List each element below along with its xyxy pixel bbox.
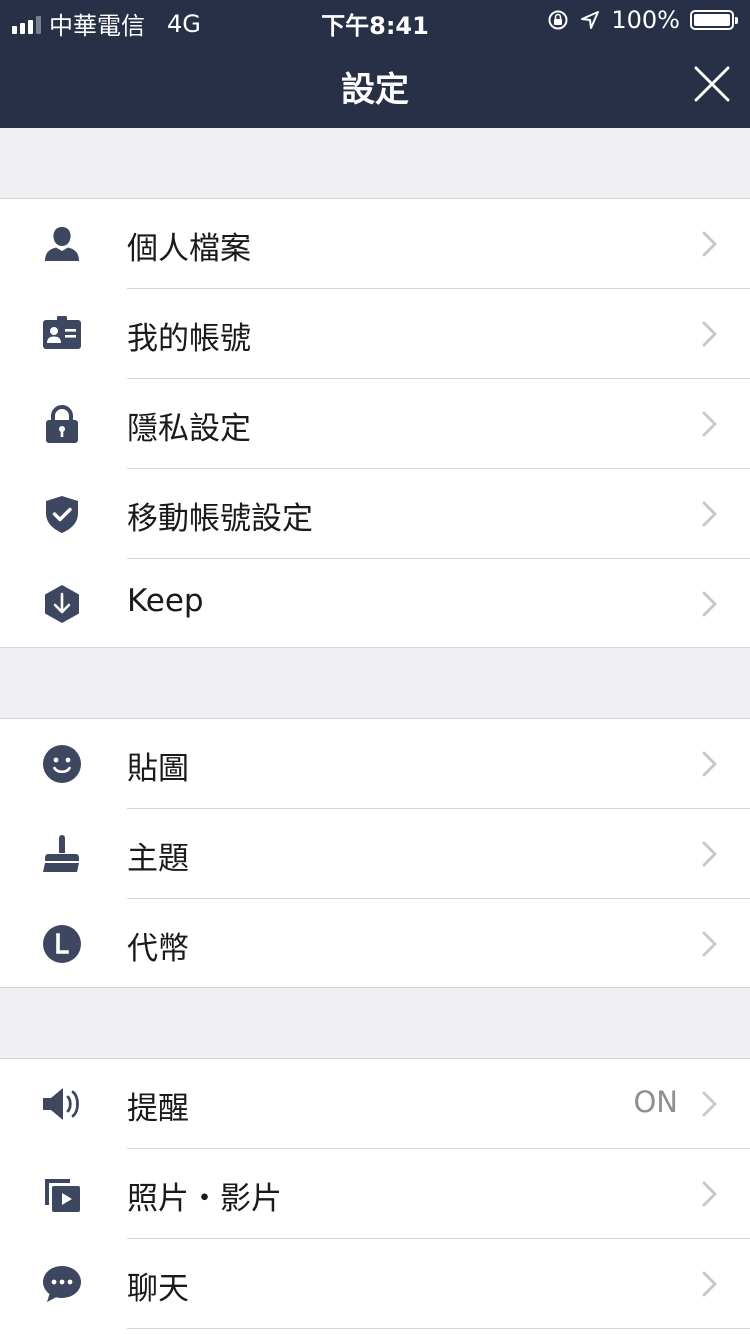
chevron-right-icon: [702, 1271, 717, 1297]
rotation-lock-icon: [548, 10, 568, 30]
settings-item-label: 隱私設定: [127, 411, 251, 447]
settings-group-general: 提醒 ON 照片・影片 聊天: [0, 1058, 750, 1334]
chevron-right-icon: [702, 501, 717, 527]
settings-item-account[interactable]: 我的帳號: [0, 289, 750, 379]
settings-item-account-transfer[interactable]: 移動帳號設定: [0, 469, 750, 559]
settings-item-label: 提醒: [127, 1091, 189, 1127]
location-arrow-icon: [581, 11, 600, 29]
page-title: 設定: [341, 70, 409, 110]
lock-icon: [46, 405, 78, 443]
settings-item-coins[interactable]: 代幣: [0, 899, 750, 989]
settings-item-themes[interactable]: 主題: [0, 809, 750, 899]
photo-video-icon: [45, 1179, 80, 1212]
settings-item-label: 代幣: [127, 931, 189, 967]
settings-item-photos-videos[interactable]: 照片・影片: [0, 1149, 750, 1239]
battery-icon: [690, 10, 738, 30]
speaker-icon: [43, 1088, 79, 1120]
chevron-right-icon: [702, 411, 717, 437]
chevron-right-icon: [702, 931, 717, 957]
settings-item-label: 照片・影片: [127, 1181, 282, 1217]
smiley-icon: [43, 745, 81, 783]
settings-item-label: 我的帳號: [127, 321, 251, 357]
chat-bubble-icon: [43, 1266, 81, 1302]
divider: [127, 1328, 750, 1329]
settings-item-label: Keep: [127, 583, 204, 619]
keep-download-icon: [45, 585, 79, 623]
chevron-right-icon: [702, 1091, 717, 1117]
id-card-icon: [43, 316, 81, 349]
chevron-right-icon: [702, 841, 717, 867]
chevron-right-icon: [702, 591, 717, 617]
app-header: 中華電信 4G 下午8:41 100% 設定: [0, 0, 750, 128]
close-icon[interactable]: [692, 64, 732, 104]
notification-status-value: ON: [633, 1085, 678, 1119]
status-bar: 中華電信 4G 下午8:41 100%: [0, 0, 750, 40]
settings-item-chats[interactable]: 聊天: [0, 1239, 750, 1329]
settings-group-account: 個人檔案 我的帳號 隱私設定 移動帳號設定 Keep: [0, 198, 750, 648]
settings-item-label: 聊天: [127, 1271, 189, 1307]
settings-group-store: 貼圖 主題 代幣: [0, 718, 750, 988]
chevron-right-icon: [702, 751, 717, 777]
settings-item-label: 移動帳號設定: [127, 501, 313, 537]
settings-item-label: 主題: [127, 841, 189, 877]
settings-item-profile[interactable]: 個人檔案: [0, 199, 750, 289]
chevron-right-icon: [702, 1181, 717, 1207]
person-icon: [45, 227, 79, 261]
settings-item-notifications[interactable]: 提醒 ON: [0, 1059, 750, 1149]
settings-item-privacy[interactable]: 隱私設定: [0, 379, 750, 469]
settings-item-label: 貼圖: [127, 751, 189, 787]
chevron-right-icon: [702, 231, 717, 257]
settings-item-stickers[interactable]: 貼圖: [0, 719, 750, 809]
battery-percent: 100%: [611, 6, 680, 34]
brush-icon: [43, 835, 79, 872]
coin-icon: [43, 925, 81, 963]
settings-item-keep[interactable]: Keep: [0, 559, 750, 649]
settings-item-label: 個人檔案: [127, 231, 251, 267]
chevron-right-icon: [702, 321, 717, 347]
shield-icon: [46, 496, 78, 533]
